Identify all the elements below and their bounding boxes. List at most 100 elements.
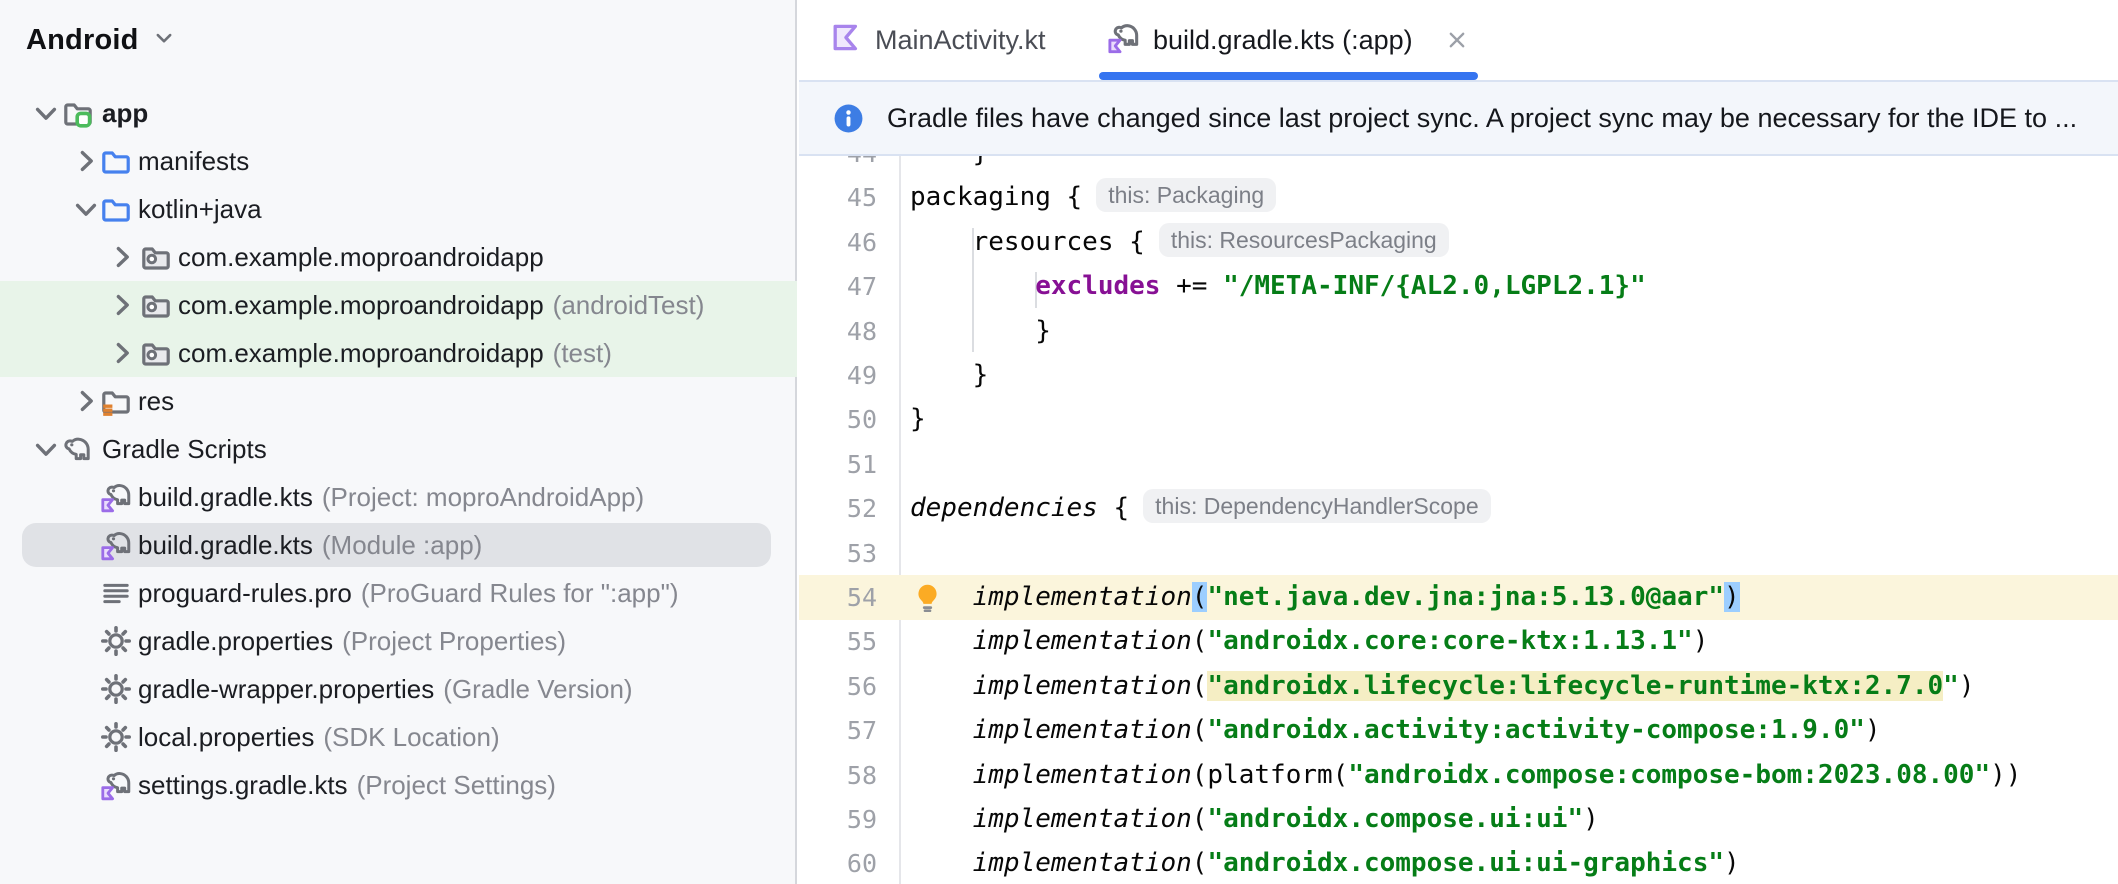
chevron-collapsed-icon[interactable] [70, 385, 102, 417]
text-file-icon [100, 577, 132, 609]
kotlin-file-icon [829, 21, 862, 59]
chevron-expanded-icon[interactable] [30, 433, 62, 465]
tab-mainactivity-kt[interactable]: MainActivity.kt [821, 0, 1054, 80]
inlay-hint[interactable]: this: ResourcesPackaging [1158, 222, 1449, 257]
tree-item-label: gradle-wrapper.properties (Gradle Version… [138, 673, 633, 704]
code-text: implementation("net.java.dev.jna:jna:5.1… [972, 582, 1740, 612]
code-line-51[interactable]: 51 [799, 442, 2118, 487]
tree-item-com-example-moproandroidapp[interactable]: com.example.moproandroidapp (androidTest) [0, 281, 797, 329]
close-icon[interactable] [1444, 27, 1470, 53]
chevron-collapsed-icon[interactable] [106, 241, 138, 273]
chevron-expanded-icon[interactable] [70, 193, 102, 225]
chevron-collapsed-icon[interactable] [106, 289, 138, 321]
code-line-49[interactable]: 49 } [799, 353, 2118, 398]
tree-item-build-gradle-kts[interactable]: build.gradle.kts (Project: moproAndroidAp… [0, 473, 797, 521]
tree-item-label: com.example.moproandroidapp [178, 241, 544, 272]
gradle-kts-file-icon [1107, 21, 1140, 59]
code-line-46[interactable]: 46 resources {this: ResourcesPackaging [799, 220, 2118, 265]
inlay-hint[interactable]: this: DependencyHandlerScope [1143, 489, 1491, 524]
code-line-50[interactable]: 50} [799, 397, 2118, 442]
chevron-collapsed-icon[interactable] [70, 145, 102, 177]
gradle-kts-icon [100, 769, 132, 801]
code-line-58[interactable]: 58 implementation(platform("androidx.com… [799, 753, 2118, 798]
tab-build-gradle-kts-app[interactable]: build.gradle.kts (:app) [1099, 0, 1478, 80]
sync-notification-banner: Gradle files have changed since last pro… [799, 80, 2118, 156]
tree-item-detail: (Project Properties) [342, 625, 567, 656]
editor-tabs: MainActivity.kt build.gradle.kts (:app) [799, 0, 2118, 80]
code-text: implementation("androidx.lifecycle:lifec… [972, 670, 1975, 701]
tree-item-label: build.gradle.kts (Module :app) [138, 529, 483, 560]
project-tool-window: Android app manifests kotlin+java com.examp… [0, 0, 797, 884]
line-number: 55 [846, 627, 877, 657]
tree-item-detail: (Module :app) [321, 529, 483, 560]
code-text: implementation("androidx.activity:activi… [972, 715, 1881, 746]
line-number: 45 [846, 183, 877, 213]
code-text: } [910, 315, 1051, 346]
line-number: 58 [846, 760, 877, 790]
tree-item-label: com.example.moproandroidapp (test) [178, 337, 612, 368]
inlay-hint[interactable]: this: Packaging [1096, 178, 1277, 213]
tree-item-com-example-moproandroidapp[interactable]: com.example.moproandroidapp [0, 233, 797, 281]
tree-item-label: gradle.properties (Project Properties) [138, 625, 567, 656]
tree-item-com-example-moproandroidapp[interactable]: com.example.moproandroidapp (test) [0, 329, 797, 377]
code-line-53[interactable]: 53 [799, 531, 2118, 576]
line-number: 50 [846, 405, 877, 435]
code-text: implementation("androidx.compose.ui:ui-g… [972, 848, 1740, 879]
tree-item-label: build.gradle.kts (Project: moproAndroidAp… [138, 481, 645, 512]
tree-item-settings-gradle-kts[interactable]: settings.gradle.kts (Project Settings) [0, 761, 797, 809]
tree-item-kotlin-java[interactable]: kotlin+java [0, 185, 797, 233]
code-line-57[interactable]: 57 implementation("androidx.activity:act… [799, 708, 2118, 753]
tree-item-label: res [138, 385, 175, 416]
package-icon [140, 289, 172, 321]
code-line-47[interactable]: 47 excludes += "/META-INF/{AL2.0,LGPL2.1… [799, 264, 2118, 309]
code-line-54[interactable]: 54 implementation("net.java.dev.jna:jna:… [799, 575, 2118, 620]
code-line-55[interactable]: 55 implementation("androidx.core:core-kt… [799, 619, 2118, 664]
tree-item-detail: (androidTest) [552, 289, 705, 320]
line-number: 46 [846, 227, 877, 257]
tree-item-build-gradle-kts[interactable]: build.gradle.kts (Module :app) [0, 521, 797, 569]
code-text: } [910, 156, 989, 176]
editor-area: MainActivity.kt build.gradle.kts (:app) … [799, 0, 2118, 884]
tree-item-app[interactable]: app [0, 89, 797, 137]
tree-item-manifests[interactable]: manifests [0, 137, 797, 185]
tab-label: MainActivity.kt [875, 24, 1046, 55]
info-icon [833, 103, 864, 134]
tree-item-gradle-wrapper-properties[interactable]: gradle-wrapper.properties (Gradle Version… [0, 665, 797, 713]
code-line-45[interactable]: 45 packaging {this: Packaging [799, 175, 2118, 220]
code-editor[interactable]: 44 }45packaging {this: Packaging46 resou… [799, 156, 2118, 884]
tree-item-label: settings.gradle.kts (Project Settings) [138, 769, 556, 800]
folder-blue-icon [100, 193, 132, 225]
line-number: 54 [846, 583, 877, 612]
code-line-44[interactable]: 44 } [799, 156, 2118, 176]
tree-item-detail: (Project Settings) [356, 769, 556, 800]
code-line-59[interactable]: 59 implementation("androidx.compose.ui:u… [799, 797, 2118, 842]
tree-item-res[interactable]: res [0, 377, 797, 425]
code-line-48[interactable]: 48 } [799, 309, 2118, 354]
tree-item-label: app [102, 97, 149, 128]
line-number: 52 [846, 494, 877, 524]
code-line-60[interactable]: 60 implementation("androidx.compose.ui:u… [799, 841, 2118, 884]
tree-item-label: proguard-rules.pro (ProGuard Rules for ":… [138, 577, 679, 608]
gradle-kts-icon [100, 529, 132, 561]
gear-icon [100, 625, 132, 657]
tree-item-detail: (test) [552, 337, 612, 368]
tree-item-detail: (ProGuard Rules for ":app") [360, 577, 679, 608]
chevron-expanded-icon[interactable] [30, 97, 62, 129]
line-number: 56 [846, 671, 877, 701]
package-icon [140, 241, 172, 273]
tree-item-local-properties[interactable]: local.properties (SDK Location) [0, 713, 797, 761]
code-line-56[interactable]: 56 implementation("androidx.lifecycle:li… [799, 664, 2118, 709]
line-number: 57 [846, 716, 877, 746]
code-text: } [910, 360, 989, 390]
app-module-folder-icon [62, 97, 94, 129]
tab-label: build.gradle.kts (:app) [1153, 24, 1413, 55]
tree-item-proguard-rules-pro[interactable]: proguard-rules.pro (ProGuard Rules for ":… [0, 569, 797, 617]
code-line-52[interactable]: 52 dependencies {this: DependencyHandlerS… [799, 486, 2118, 531]
tree-item-gradle-properties[interactable]: gradle.properties (Project Properties) [0, 617, 797, 665]
code-text: implementation("androidx.compose.ui:ui") [972, 804, 1599, 834]
code-text: excludes += "/META-INF/{AL2.0,LGPL2.1}" [1035, 271, 1646, 302]
tree-item-gradle-scripts[interactable]: Gradle Scripts [0, 425, 797, 473]
chevron-collapsed-icon[interactable] [106, 337, 138, 369]
code-text: dependencies {this: DependencyHandlerSco… [910, 486, 1491, 531]
gear-icon [100, 673, 132, 705]
